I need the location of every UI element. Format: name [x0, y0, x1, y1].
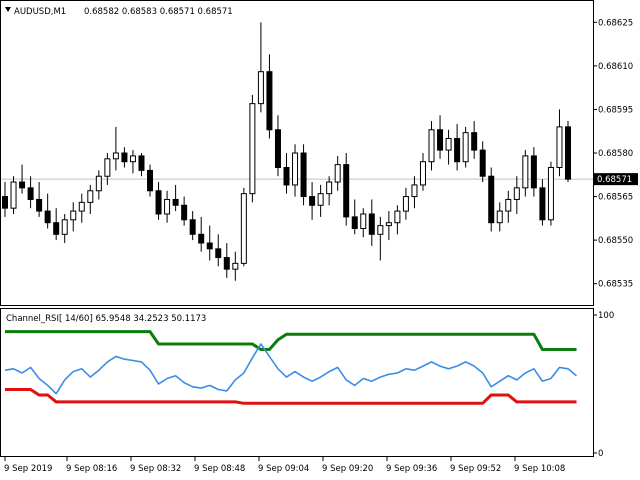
candle-body — [87, 190, 94, 203]
candle-body — [129, 155, 136, 163]
time-axis-label: 9 Sep 08:16 — [66, 464, 117, 474]
price-axis-label: 0.68625 — [598, 18, 633, 28]
candle-body — [300, 152, 307, 198]
candle-body — [428, 129, 435, 163]
candle-body — [44, 210, 51, 224]
candle-body — [274, 129, 281, 169]
candle-body — [513, 187, 520, 200]
price-axis-label: 0.68550 — [598, 236, 633, 246]
indicator-title: Channel_RSI[ 14/60] 65.9548 34.2523 50.1… — [6, 314, 206, 324]
ohlc-values: 0.68582 0.68583 0.68571 0.68571 — [84, 7, 233, 17]
symbol-label: AUDUSD,M1 — [14, 7, 66, 17]
candle-body — [445, 137, 452, 151]
candle-body — [27, 187, 34, 200]
candle-body — [496, 210, 503, 224]
indicator-axis-bottom: 0 — [598, 449, 603, 459]
time-axis[interactable]: 9 Sep 2019 9 Sep 08:16 9 Sep 08:32 9 Sep 08… — [4, 457, 565, 474]
candle-body — [61, 219, 68, 235]
candle-body — [266, 71, 273, 131]
candle-body — [471, 132, 478, 151]
candle-body — [189, 219, 196, 235]
price-axis-label: 0.68595 — [598, 105, 633, 115]
price-axis-label: 0.68580 — [598, 149, 633, 159]
candle-body — [19, 181, 26, 189]
candle-body — [522, 155, 529, 189]
candle-body — [147, 169, 154, 192]
candle-body — [505, 198, 512, 212]
candle-body — [2, 196, 8, 209]
candle-body — [530, 155, 537, 189]
time-axis-label: 9 Sep 2019 — [4, 464, 52, 474]
candle-body — [309, 196, 316, 206]
price-axis-label: 0.68535 — [598, 280, 633, 290]
candle-body — [138, 155, 145, 171]
time-axis-label: 9 Sep 09:36 — [386, 464, 437, 474]
candle-body — [257, 71, 264, 105]
time-axis-label: 9 Sep 10:08 — [514, 464, 565, 474]
candle-body — [95, 175, 102, 192]
candle-body — [454, 137, 461, 163]
time-axis-label: 9 Sep 09:52 — [450, 464, 501, 474]
candle-body — [351, 216, 358, 229]
candle-body — [385, 222, 392, 227]
indicator-axis-top: 100 — [598, 311, 614, 321]
candle-body — [419, 161, 426, 186]
trading-chart[interactable]: AUDUSD,M1 0.68582 0.68583 0.68571 0.6857… — [0, 0, 640, 480]
price-axis[interactable]: 0.68625 0.68610 0.68595 0.68580 0.68565 0.685… — [593, 18, 633, 290]
candle-body — [402, 196, 409, 212]
candle-body — [70, 210, 77, 221]
candle-body — [198, 233, 205, 244]
candle-body — [411, 184, 418, 198]
candle-body — [172, 198, 179, 206]
candle-body — [181, 204, 188, 221]
candle-body — [326, 181, 333, 195]
time-axis-label: 9 Sep 09:04 — [258, 464, 309, 474]
candle-body — [10, 181, 17, 209]
candle-body — [164, 198, 171, 215]
candle-body — [232, 262, 239, 270]
candle-body — [112, 152, 119, 160]
time-axis-label: 9 Sep 09:20 — [322, 464, 373, 474]
candle-body — [292, 152, 299, 186]
candle-body — [479, 149, 486, 177]
time-axis-label: 9 Sep 08:48 — [194, 464, 245, 474]
candle-body — [223, 257, 230, 270]
candle-body — [488, 175, 495, 224]
candle-body — [215, 248, 222, 259]
candle-body — [368, 213, 375, 235]
candle-body — [104, 158, 111, 177]
candle-body — [317, 193, 324, 206]
candle-body — [240, 193, 247, 264]
candle-body — [249, 103, 256, 195]
candle-body — [343, 164, 350, 218]
candle-body — [206, 242, 213, 250]
candle-body — [155, 190, 162, 215]
candle-body — [394, 210, 401, 224]
candle-body — [565, 126, 571, 180]
candle-body — [462, 132, 469, 163]
candle-body — [539, 187, 546, 221]
candle-body — [556, 126, 563, 169]
candle-body — [283, 167, 290, 186]
time-axis-label: 9 Sep 08:32 — [130, 464, 181, 474]
price-axis-label: 0.68610 — [598, 62, 633, 72]
price-axis-label: 0.68565 — [598, 193, 633, 203]
candle-body — [334, 164, 341, 183]
candle-body — [360, 213, 367, 230]
candle-body — [437, 129, 444, 151]
candle-body — [53, 222, 60, 235]
candle-body — [377, 225, 384, 235]
candle-body — [78, 201, 85, 212]
candle-body — [121, 152, 128, 163]
candle-body — [36, 198, 43, 212]
current-price-label: 0.68571 — [597, 175, 632, 185]
candle-body — [547, 167, 554, 221]
